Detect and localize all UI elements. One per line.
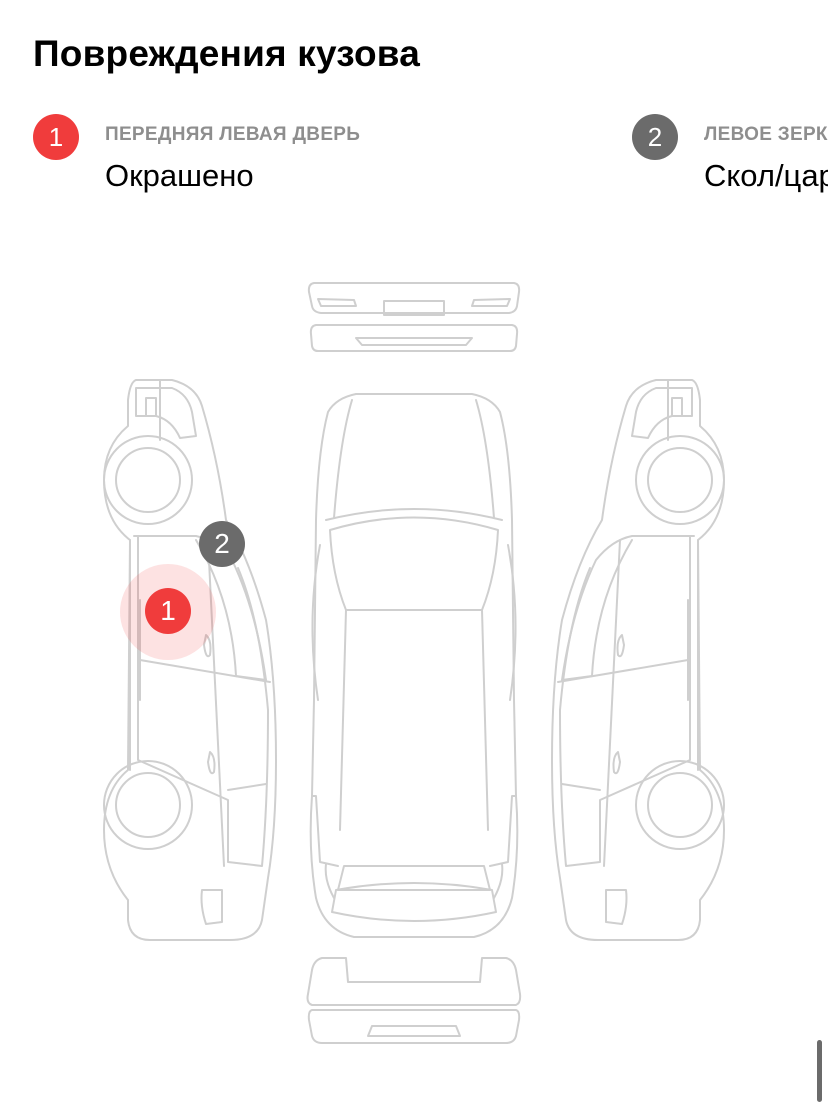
damage-part-label: ЛЕВОЕ ЗЕРКАЛО xyxy=(704,124,828,145)
damage-number-badge: 2 xyxy=(632,114,678,160)
car-top-view-outline xyxy=(309,393,519,938)
damage-screen: Повреждения кузова 1 ПЕРЕДНЯЯ ЛЕВАЯ ДВЕР… xyxy=(0,0,828,1102)
damage-part-label: ПЕРЕДНЯЯ ЛЕВАЯ ДВЕРЬ xyxy=(105,124,361,145)
front-bumper-outline xyxy=(307,282,521,352)
damage-marker-1[interactable]: 1 xyxy=(145,588,191,634)
car-right-side-outline xyxy=(551,379,725,941)
damage-kind-label: Окрашено xyxy=(105,158,254,193)
rear-bumper-outline xyxy=(306,957,522,1044)
damage-marker-2[interactable]: 2 xyxy=(199,521,245,567)
damage-number-badge: 1 xyxy=(33,114,79,160)
damage-list[interactable]: 1 ПЕРЕДНЯЯ ЛЕВАЯ ДВЕРЬ Окрашено 2 ЛЕВОЕ … xyxy=(0,112,828,202)
page-title: Повреждения кузова xyxy=(33,33,421,74)
car-outline-drawing xyxy=(103,282,725,1044)
scrollbar[interactable] xyxy=(817,1040,822,1102)
car-body-diagram: 1 2 xyxy=(0,240,828,1102)
damage-kind-label: Скол/царапина xyxy=(704,158,828,193)
car-left-side-outline xyxy=(103,379,277,941)
